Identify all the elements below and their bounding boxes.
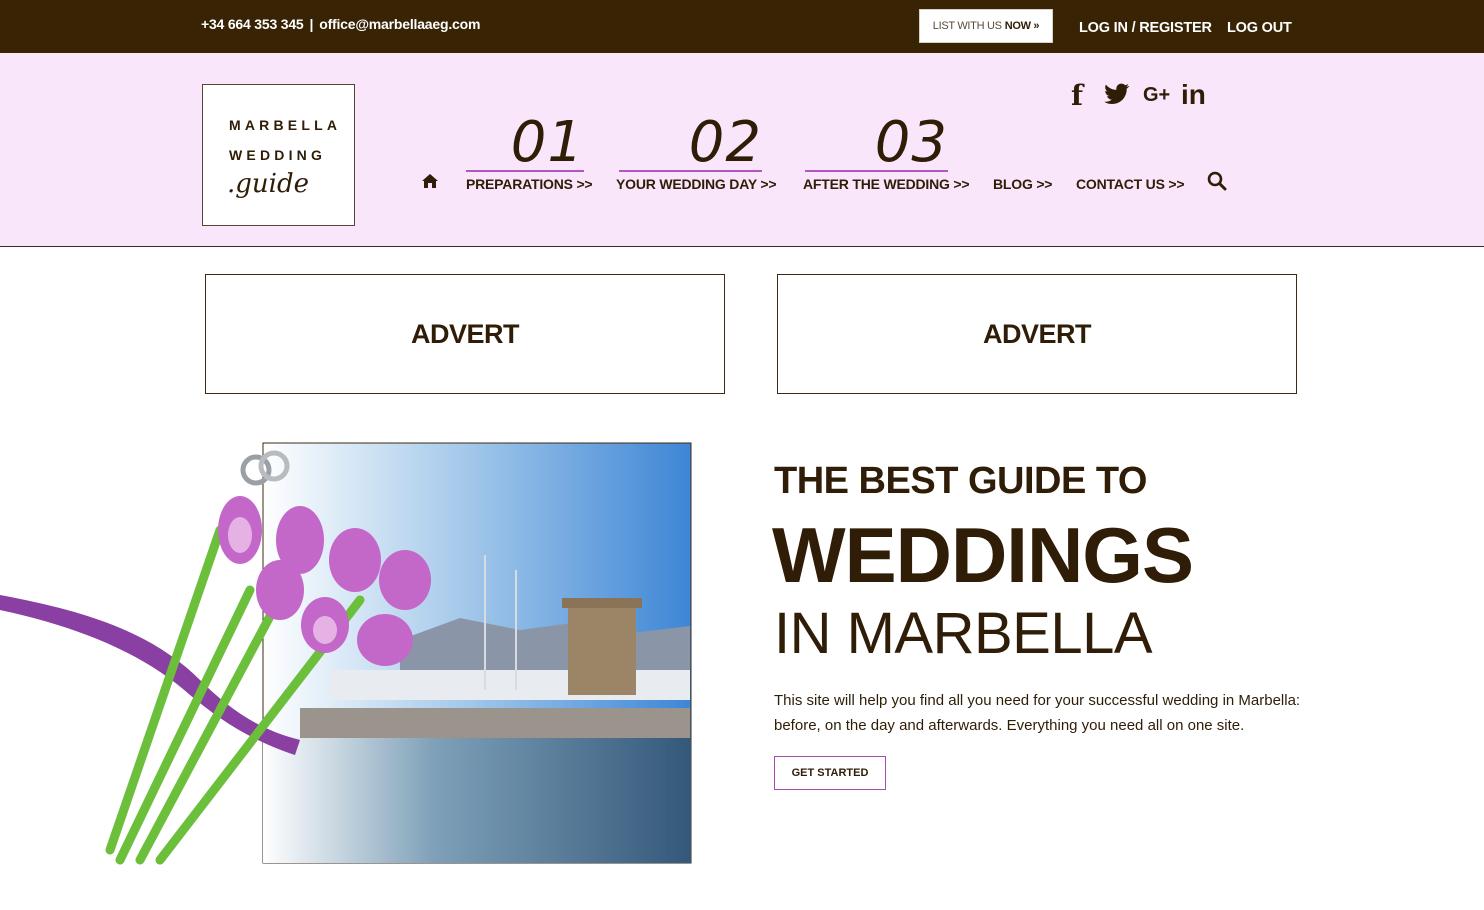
step-number-02: 02: [688, 110, 762, 175]
search-icon[interactable]: [1207, 171, 1227, 191]
nav-after-the-wedding[interactable]: AFTER THE WEDDING >>: [803, 176, 970, 192]
hero-heading-line2: WEDDINGS: [772, 511, 1194, 599]
site-header: MARBELLA WEDDING .guide f G+ in 01 02 03…: [0, 53, 1484, 247]
site-logo[interactable]: MARBELLA WEDDING .guide: [202, 84, 355, 226]
contact-separator: |: [309, 16, 314, 32]
step-underline: [619, 170, 762, 172]
hero-description: This site will help you find all you nee…: [774, 692, 1301, 734]
phone-number[interactable]: +34 664 353 345: [201, 16, 304, 32]
list-now-label: NOW »: [1004, 20, 1040, 32]
nav-blog[interactable]: BLOG >>: [993, 176, 1052, 192]
twitter-icon[interactable]: [1104, 83, 1130, 105]
advert-banner-left[interactable]: ADVERT: [205, 274, 725, 394]
login-register-link[interactable]: LOG IN / REGISTER: [1079, 20, 1212, 36]
step-01[interactable]: 01: [466, 113, 584, 173]
advert-banner-right[interactable]: ADVERT: [777, 274, 1297, 394]
logo-line-guide: .guide: [227, 169, 309, 199]
nav-preparations[interactable]: PREPARATIONS >>: [466, 176, 593, 192]
step-02[interactable]: 02: [619, 113, 762, 173]
step-number-01: 01: [510, 110, 584, 175]
hero-heading-line3: IN MARBELLA: [774, 601, 1153, 666]
linkedin-icon[interactable]: in: [1181, 79, 1206, 111]
contact-info: +34 664 353 345 | office@marbellaaeg.com: [201, 16, 480, 32]
step-underline: [466, 170, 584, 172]
nav-contact-us[interactable]: CONTACT US >>: [1076, 176, 1185, 192]
logo-line-marbella: MARBELLA: [229, 117, 342, 133]
list-with-us-button[interactable]: LIST WITH US NOW »: [919, 9, 1053, 43]
hero-image: [0, 442, 692, 865]
step-number-03: 03: [874, 110, 948, 175]
googleplus-icon[interactable]: G+: [1143, 84, 1170, 107]
step-03[interactable]: 03: [805, 113, 948, 173]
get-started-button[interactable]: GET STARTED: [774, 756, 886, 790]
email-address[interactable]: office@marbellaaeg.com: [319, 16, 480, 32]
nav-your-wedding-day[interactable]: YOUR WEDDING DAY >>: [616, 176, 777, 192]
hero-heading-line1: THE BEST GUIDE TO: [774, 460, 1147, 502]
logout-link[interactable]: LOG OUT: [1227, 20, 1292, 36]
logo-line-wedding: WEDDING: [229, 147, 327, 163]
top-bar: +34 664 353 345 | office@marbellaaeg.com L…: [0, 0, 1484, 53]
home-icon[interactable]: [421, 173, 439, 189]
list-with-us-label: LIST WITH US: [932, 20, 1002, 32]
step-underline: [805, 170, 948, 172]
facebook-icon[interactable]: f: [1071, 79, 1083, 112]
